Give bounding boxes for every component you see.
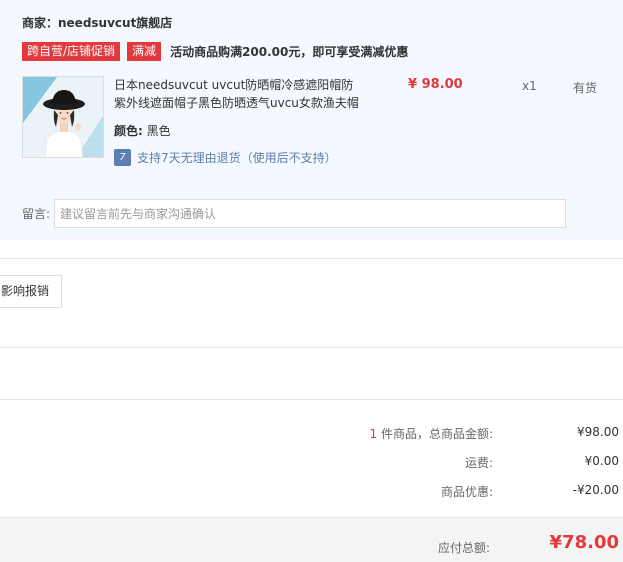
- total-label: 应付总额:: [437, 541, 490, 555]
- return-policy-text: 支持7天无理由退货（使用后不支持）: [137, 151, 337, 165]
- note-label: 留言:: [22, 207, 51, 221]
- total-value: ¥78.00: [549, 532, 619, 553]
- summary-discount-value: -¥20.00: [572, 483, 619, 497]
- total-bar: 应付总额: ¥78.00: [0, 517, 623, 562]
- seven-day-return-icon: 7: [114, 149, 131, 166]
- divider: [0, 399, 623, 400]
- summary-discount-label: 商品优惠:: [440, 485, 493, 499]
- summary-discount-row: 商品优惠: -¥20.00: [0, 483, 623, 503]
- summary-goods-text: 件商品，总商品金额:: [377, 427, 493, 441]
- product-thumbnail[interactable]: [22, 76, 104, 158]
- promo-row: 跨自营/店铺促销 满减 活动商品购满200.00元，即可享受满减优惠: [22, 41, 408, 61]
- divider: [0, 347, 623, 348]
- return-policy: 7 支持7天无理由退货（使用后不支持）: [114, 149, 337, 166]
- report-reimbursement-button[interactable]: 影响报销: [0, 275, 63, 308]
- summary-shipping-label: 运费:: [464, 456, 493, 470]
- divider: [0, 258, 623, 259]
- product-color-label: 颜色:: [114, 124, 143, 138]
- product-color-value: 黑色: [146, 124, 171, 138]
- product-price: ¥ 98.00: [408, 77, 463, 92]
- product-quantity: x1: [522, 79, 537, 93]
- product-stock-status: 有货: [573, 81, 598, 95]
- summary-shipping-row: 运费: ¥0.00: [0, 454, 623, 474]
- promo-tag-discount: 满减: [127, 41, 162, 61]
- summary-goods-label: 1 件商品，总商品金额:: [370, 425, 494, 442]
- summary-item-count: 1: [369, 427, 378, 441]
- store-panel: 商家：needsuvcut旗舰店 跨自营/店铺促销 满减 活动商品购满200.0…: [0, 0, 623, 240]
- summary-shipping-value: ¥0.00: [584, 454, 619, 468]
- product-image: [23, 77, 103, 157]
- product-title[interactable]: 日本needsuvcut uvcut防晒帽冷感遮阳帽防紫外线遮面帽子黑色防晒透气…: [114, 76, 364, 112]
- note-input[interactable]: [54, 199, 566, 228]
- promo-text: 活动商品购满200.00元，即可享受满减优惠: [170, 44, 409, 59]
- promo-tag-store: 跨自营/店铺促销: [22, 41, 121, 61]
- summary-goods-row: 1 件商品，总商品金额: ¥98.00: [0, 425, 623, 445]
- store-name[interactable]: 商家：needsuvcut旗舰店: [22, 14, 172, 31]
- summary-goods-value: ¥98.00: [577, 425, 619, 439]
- product-color: 颜色: 黑色: [114, 122, 171, 139]
